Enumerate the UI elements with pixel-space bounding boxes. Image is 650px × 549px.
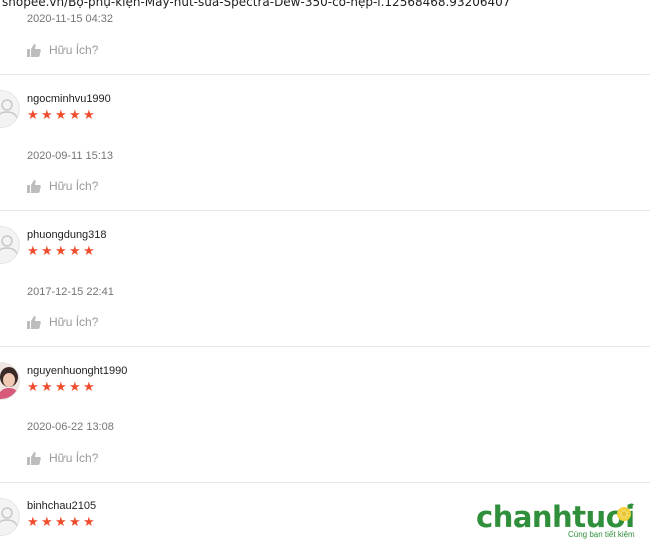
star-icon: ★ — [69, 380, 82, 395]
helpful-label: Hữu Ích? — [49, 43, 99, 57]
rating-stars: ★★★★★ — [27, 380, 97, 395]
star-icon: ★ — [27, 108, 40, 123]
review-username[interactable]: nguyenhuonght1990 — [27, 365, 127, 377]
star-icon: ★ — [83, 515, 96, 530]
rating-stars: ★★★★★ — [27, 515, 97, 530]
star-icon: ★ — [69, 515, 82, 530]
review-date: 2020-09-11 15:13 — [27, 150, 114, 162]
review-divider — [0, 346, 650, 347]
star-icon: ★ — [41, 380, 54, 395]
star-icon: ★ — [41, 515, 54, 530]
star-icon: ★ — [27, 515, 40, 530]
review-username[interactable]: phuongdung318 — [27, 229, 107, 241]
helpful-label: Hữu Ích? — [49, 179, 99, 193]
thumbs-up-icon — [27, 451, 41, 465]
lemon-icon — [617, 503, 634, 521]
brand-tagline: Cùng bạn tiết kiệm — [568, 530, 635, 539]
helpful-label: Hữu Ích? — [49, 315, 99, 329]
review-item: phuongdung318 ★★★★★ 2017-12-15 22:41 Hữu… — [0, 212, 650, 347]
thumbs-up-icon — [27, 179, 41, 193]
user-photo-icon — [0, 363, 19, 399]
review-divider — [0, 210, 650, 211]
star-icon: ★ — [55, 380, 68, 395]
default-user-icon — [0, 507, 19, 530]
rating-stars: ★★★★★ — [27, 108, 97, 123]
star-icon: ★ — [55, 244, 68, 259]
default-user-icon — [0, 99, 19, 122]
helpful-button[interactable]: Hữu Ích? — [27, 179, 98, 193]
avatar[interactable] — [0, 362, 20, 400]
rating-stars: ★★★★★ — [27, 244, 97, 259]
review-date: 2020-06-22 13:08 — [27, 421, 114, 433]
helpful-button[interactable]: Hữu Ích? — [27, 315, 98, 329]
star-icon: ★ — [83, 244, 96, 259]
review-date: 2020-11-15 04:32 — [27, 13, 114, 25]
brand-watermark: chanhtuoi Cùng bạn tiết kiệm — [476, 500, 646, 545]
default-user-icon — [0, 235, 19, 258]
avatar[interactable] — [0, 226, 20, 264]
thumbs-up-icon — [27, 43, 41, 57]
star-icon: ★ — [55, 108, 68, 123]
avatar[interactable] — [0, 90, 20, 128]
helpful-button[interactable]: Hữu Ích? — [27, 43, 98, 57]
thumbs-up-icon — [27, 315, 41, 329]
address-bar[interactable]: shopee.vn/Bộ-phụ-kiện-Máy-hút-sữa-Spectr… — [0, 0, 650, 13]
star-icon: ★ — [27, 380, 40, 395]
review-item: nguyenhuonght1990 ★★★★★ 2020-06-22 13:08… — [0, 348, 650, 483]
review-divider — [0, 482, 650, 483]
review-username[interactable]: binhchau2105 — [27, 500, 96, 512]
helpful-label: Hữu Ích? — [49, 451, 99, 465]
review-item: ngocminhvu1990 ★★★★★ 2020-09-11 15:13 Hữ… — [0, 76, 650, 211]
url-text[interactable]: shopee.vn/Bộ-phụ-kiện-Máy-hút-sữa-Spectr… — [2, 0, 510, 9]
review-username[interactable]: ngocminhvu1990 — [27, 93, 111, 105]
avatar[interactable] — [0, 498, 20, 536]
review-divider — [0, 74, 650, 75]
review-date: 2017-12-15 22:41 — [27, 286, 114, 298]
star-icon: ★ — [27, 244, 40, 259]
star-icon: ★ — [55, 515, 68, 530]
star-icon: ★ — [83, 380, 96, 395]
star-icon: ★ — [83, 108, 96, 123]
star-icon: ★ — [69, 244, 82, 259]
star-icon: ★ — [41, 108, 54, 123]
helpful-button[interactable]: Hữu Ích? — [27, 451, 98, 465]
star-icon: ★ — [41, 244, 54, 259]
star-icon: ★ — [69, 108, 82, 123]
